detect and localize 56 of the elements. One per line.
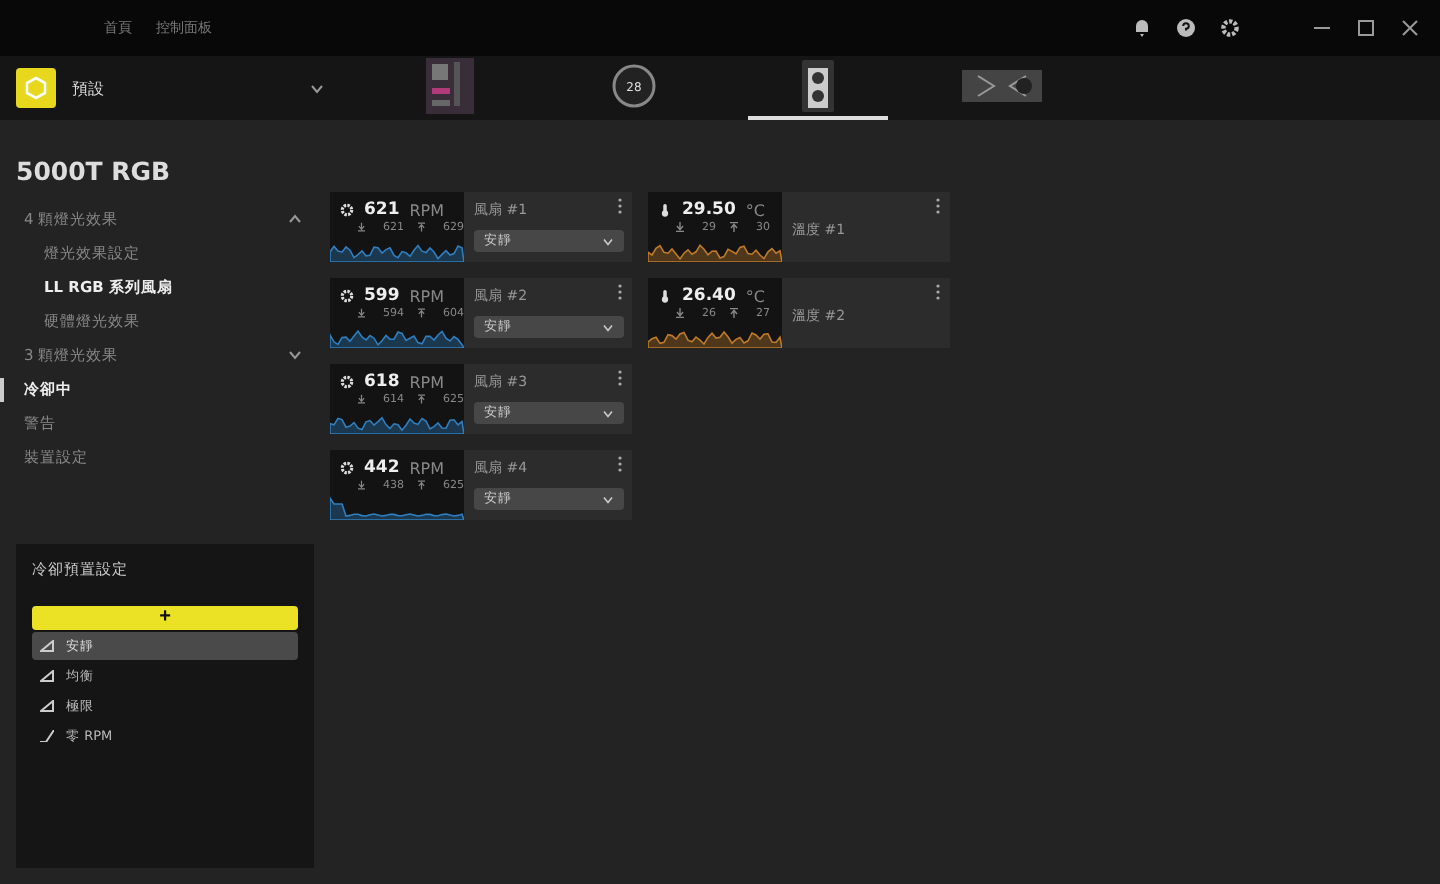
reading-unit: °C	[745, 201, 765, 219]
curve-icon	[40, 730, 54, 742]
reading-value: 618	[364, 372, 400, 392]
profile-logo-icon	[16, 68, 56, 108]
thermometer-icon	[658, 202, 672, 218]
chevron-icon[interactable]	[310, 83, 324, 93]
reading-value: 26.40	[682, 286, 736, 306]
min-arrow-icon	[358, 222, 365, 232]
graphics-card-image	[962, 70, 1042, 102]
curve-icon	[40, 670, 54, 682]
reading-unit: °C	[745, 287, 765, 305]
curve-icon	[40, 640, 54, 652]
max-arrow-icon	[418, 394, 425, 404]
max-arrow-icon	[730, 222, 738, 232]
reading-value: 442	[364, 458, 400, 478]
chevron-icon	[602, 323, 614, 331]
motherboard-image	[426, 58, 474, 114]
reading-unit: RPM	[409, 201, 445, 219]
device-title: 5000T RGB	[16, 156, 173, 186]
help-icon[interactable]	[1176, 18, 1196, 38]
gear-icon	[340, 460, 354, 476]
min-arrow-icon	[676, 222, 684, 232]
sparkline-graph	[330, 324, 464, 348]
close-icon[interactable]	[1400, 18, 1420, 38]
min-arrow-icon	[358, 308, 365, 318]
reading-value: 599	[364, 286, 400, 306]
max-arrow-icon	[418, 308, 425, 318]
pc-case-image	[802, 60, 834, 112]
gear-icon	[340, 288, 354, 304]
add-button[interactable]: +	[32, 606, 298, 630]
reading-unit: RPM	[409, 459, 445, 477]
chevron-icon	[288, 214, 302, 224]
min-arrow-icon	[676, 308, 684, 318]
reading-value: 29.50	[682, 200, 736, 220]
max-arrow-icon	[418, 480, 425, 490]
curve-icon	[40, 700, 54, 712]
max-arrow-icon	[418, 222, 425, 232]
chevron-icon	[602, 237, 614, 245]
gear-icon	[340, 202, 354, 218]
sparkline-graph	[330, 496, 464, 520]
max-arrow-icon	[730, 308, 738, 318]
min-arrow-icon	[358, 394, 365, 404]
bell-icon[interactable]	[1132, 18, 1152, 38]
min-arrow-icon	[358, 480, 365, 490]
chevron-icon	[288, 350, 302, 360]
reading-unit: RPM	[409, 287, 445, 305]
reading-value: 621	[364, 200, 400, 220]
profile-name[interactable]: 預設	[72, 77, 294, 99]
reading-unit: RPM	[409, 373, 445, 391]
gear-icon	[340, 374, 354, 390]
settings-icon[interactable]	[1220, 18, 1240, 38]
thermometer-icon	[658, 288, 672, 304]
maximize-icon[interactable]	[1356, 18, 1376, 38]
sparkline-graph	[648, 238, 782, 262]
chevron-icon	[602, 495, 614, 503]
chevron-icon	[602, 409, 614, 417]
